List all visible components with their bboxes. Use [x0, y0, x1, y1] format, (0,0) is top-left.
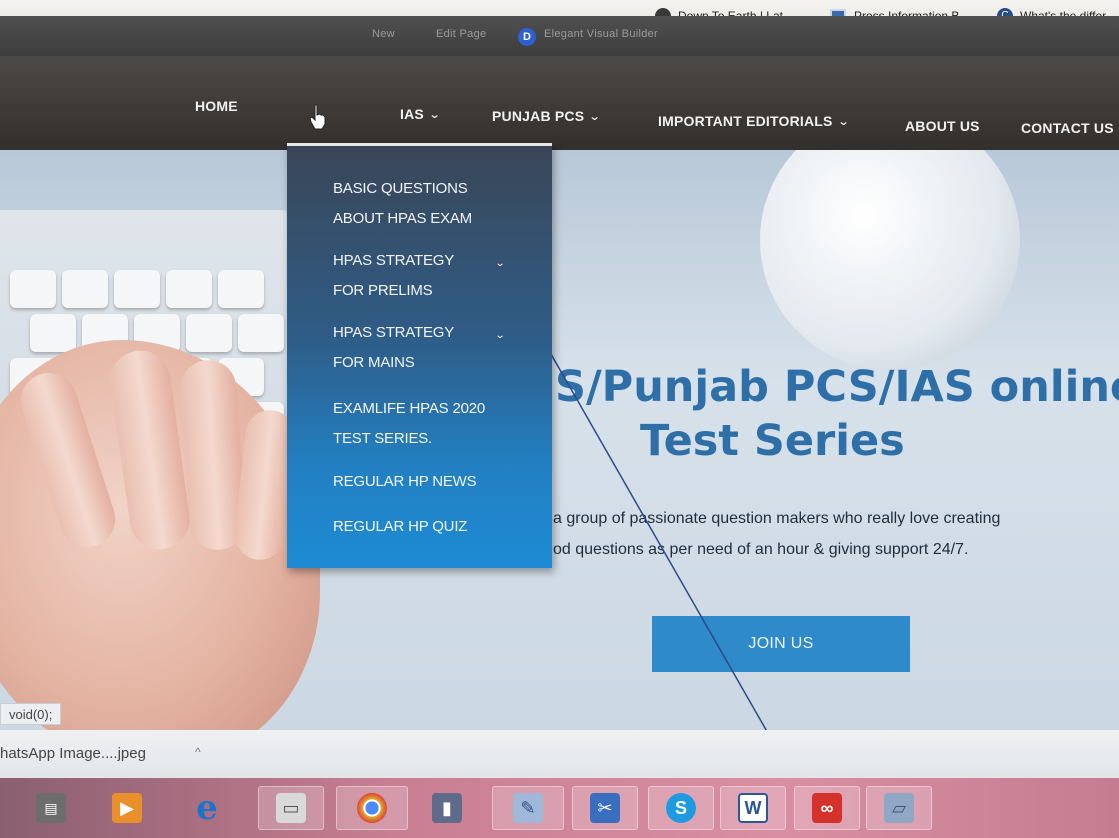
printer-icon: ▭	[276, 793, 306, 823]
nav-label: CONTACT US	[1021, 120, 1114, 136]
nav-label: PUNJAB PCS	[492, 108, 585, 124]
hero-title-line-2: Test Series	[640, 416, 905, 466]
internet-explorer-icon: e	[196, 788, 218, 828]
join-us-button[interactable]: JOIN US	[652, 616, 910, 672]
word-icon: W	[738, 793, 768, 823]
dropdown-item-strategy-mains[interactable]: HPAS STRATEGY FOR MAINS	[333, 318, 533, 378]
chevron-down-icon: ⌄	[428, 108, 441, 121]
hero-banner: S/Punjab PCS/IAS online Test Series a gr…	[0, 150, 1119, 730]
nav-home[interactable]: HOME	[195, 98, 238, 114]
adobe-cloud-icon: ∞	[812, 793, 842, 823]
hero-description-line-2: od questions as per need of an hour & gi…	[553, 541, 969, 558]
file-manager-icon: ▤	[36, 793, 66, 823]
document-app-icon: ▮	[432, 793, 462, 823]
chevron-up-icon[interactable]: ^	[195, 745, 201, 759]
nav-about-us[interactable]: ABOUT US	[905, 118, 980, 134]
taskbar-snipping-tool[interactable]: ✂	[572, 786, 638, 830]
dropdown-item-strategy-prelims[interactable]: HPAS STRATEGY FOR PRELIMS	[333, 246, 533, 306]
taskbar-media-player[interactable]: ▶	[100, 786, 154, 830]
taskbar-document-app[interactable]: ▮	[420, 786, 474, 830]
admin-new-link[interactable]: New	[372, 28, 395, 40]
taskbar-printer[interactable]: ▭	[258, 786, 324, 830]
taskbar-chrome[interactable]: ●	[336, 786, 408, 830]
hero-description-line-1: a group of passionate question makers wh…	[553, 510, 1001, 527]
builder-logo-icon: D	[518, 28, 536, 46]
browser-status-bar: void(0);	[0, 703, 62, 725]
hand-cursor-icon	[309, 104, 326, 130]
taskbar-adobe-cloud[interactable]: ∞	[794, 786, 860, 830]
hpas-dropdown-menu: BASIC QUESTIONS ABOUT HPAS EXAM HPAS STR…	[287, 143, 552, 568]
hero-description: a group of passionate question makers wh…	[553, 503, 1073, 565]
windows-taskbar: ▤ ▶ e ▭ ● ▮ ✎ ✂ S W ∞ ▱	[0, 778, 1119, 838]
nav-label: ABOUT US	[905, 118, 980, 134]
admin-visual-builder-link[interactable]: Elegant Visual Builder	[544, 28, 658, 40]
media-player-icon: ▶	[112, 793, 142, 823]
admin-edit-page-link[interactable]: Edit Page	[436, 28, 486, 40]
taskbar-file-manager[interactable]: ▤	[24, 786, 78, 830]
notes-app-icon: ▱	[884, 793, 914, 823]
snipping-tool-icon: ✂	[590, 793, 620, 823]
taskbar-paint[interactable]: ✎	[492, 786, 564, 830]
taskbar-notes-app[interactable]: ▱	[866, 786, 932, 830]
nav-label: HOME	[195, 98, 238, 114]
taskbar-word[interactable]: W	[720, 786, 786, 830]
dropdown-item-regular-hp-quiz[interactable]: REGULAR HP QUIZ	[333, 512, 533, 542]
nav-label: IMPORTANT EDITORIALS	[658, 113, 833, 129]
taskbar-internet-explorer[interactable]: e	[180, 786, 234, 830]
nav-punjab-pcs[interactable]: PUNJAB PCS ⌄	[492, 108, 602, 124]
nav-label: IAS	[400, 106, 424, 122]
nav-ias[interactable]: IAS ⌄	[400, 106, 441, 122]
dropdown-item-regular-hp-news[interactable]: REGULAR HP NEWS	[333, 467, 533, 497]
chevron-down-icon: ⌄	[837, 115, 850, 128]
hero-mouse-image	[760, 150, 1020, 370]
downloads-bar: hatsApp Image....jpeg ^	[0, 730, 1119, 780]
nav-important-editorials[interactable]: IMPORTANT EDITORIALS ⌄	[658, 113, 850, 129]
download-file-name[interactable]: hatsApp Image....jpeg	[0, 745, 146, 762]
chevron-down-icon: ⌄	[588, 110, 602, 123]
dropdown-item-examlife-test-series[interactable]: EXAMLIFE HPAS 2020 TEST SERIES.	[333, 394, 533, 454]
nav-contact-us[interactable]: CONTACT US	[1021, 120, 1114, 136]
chevron-down-icon[interactable]: ⌄	[494, 258, 505, 269]
paint-icon: ✎	[513, 793, 543, 823]
chrome-icon: ●	[357, 793, 387, 823]
chevron-down-icon[interactable]: ⌄	[494, 330, 505, 341]
skype-icon: S	[666, 793, 696, 823]
dropdown-item-basic-questions[interactable]: BASIC QUESTIONS ABOUT HPAS EXAM	[333, 174, 533, 234]
taskbar-skype[interactable]: S	[648, 786, 714, 830]
hero-title: S/Punjab PCS/IAS online Test Series	[555, 360, 1119, 468]
hero-title-line-1: S/Punjab PCS/IAS online	[555, 362, 1119, 412]
admin-bar: New Edit Page D Elegant Visual Builder	[0, 16, 1119, 56]
